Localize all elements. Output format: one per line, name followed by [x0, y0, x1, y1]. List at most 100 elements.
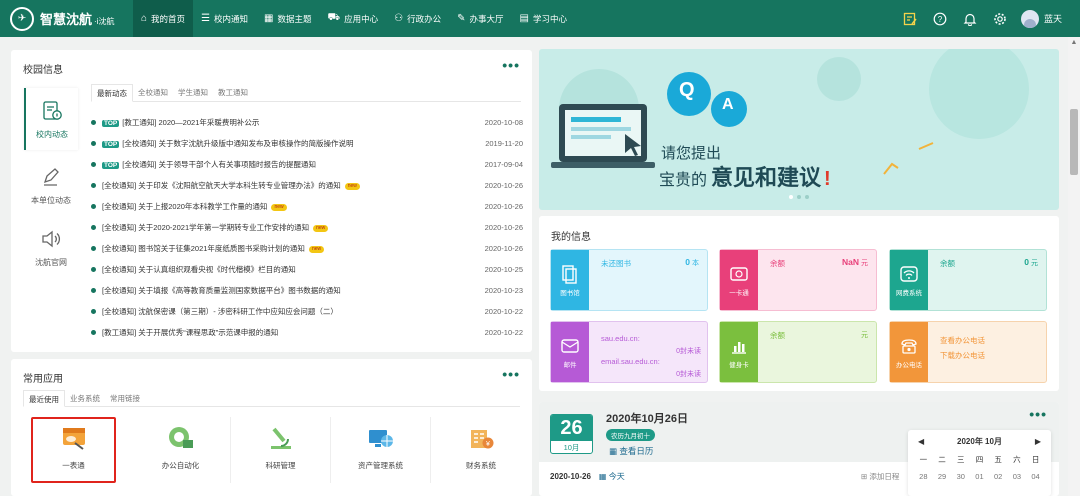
- news-item[interactable]: [教工通知] 关于开展优秀“课程思政”示范课申报的通知 2020-10-22: [91, 322, 523, 343]
- news-title[interactable]: [全校通知] 关于填报《高等教育质量监测国家数据平台》图书数据的通知: [102, 285, 473, 296]
- add-schedule-button[interactable]: ⊞ 添加日程: [861, 471, 899, 482]
- bar-chart-icon: [732, 341, 746, 354]
- bullet-dot: [91, 141, 96, 146]
- app-research-management[interactable]: 科研管理: [231, 417, 331, 483]
- prev-month-icon[interactable]: ◀: [918, 437, 924, 446]
- carousel-dot[interactable]: [797, 195, 801, 199]
- view-calendar-link[interactable]: ▦ 查看日历: [609, 445, 653, 457]
- notepad-icon[interactable]: [901, 10, 919, 28]
- news-title[interactable]: [全校通知] 图书馆关于征集2021年度纸质图书采购计划的通知 new: [102, 243, 473, 254]
- news-title[interactable]: [全校通知] 关于印发《沈阳航空航天大学本科生转专业管理办法》的通知 new: [102, 180, 473, 191]
- calendar-day[interactable]: 30: [957, 472, 965, 481]
- tab-latest[interactable]: 最新动态: [91, 84, 133, 102]
- news-item[interactable]: TOP [教工通知] 2020—2021年采暖费明补公示 2020-10-08: [91, 112, 523, 133]
- tab-common-links[interactable]: 常用链接: [105, 390, 145, 406]
- tab-staff-notices[interactable]: 教工通知: [213, 84, 253, 101]
- more-options-icon[interactable]: •••: [1029, 406, 1047, 422]
- info-card-fitness[interactable]: 健身卡 余额 元: [719, 321, 877, 383]
- tab-student-notices[interactable]: 学生通知: [173, 84, 213, 101]
- news-title[interactable]: [全校通知] 关于2020-2021学年第一学期转专业工作安排的通知 new: [102, 222, 473, 233]
- news-item[interactable]: [全校通知] 关于印发《沈阳航空航天大学本科生转专业管理办法》的通知 new 202…: [91, 175, 523, 196]
- news-item[interactable]: [全校通知] 图书馆关于征集2021年度纸质图书采购计划的通知 new 2020-1…: [91, 238, 523, 259]
- news-item[interactable]: [全校通知] 关于上报2020年本科教学工作量的通知 new 2020-10-26: [91, 196, 523, 217]
- more-options-icon[interactable]: •••: [502, 57, 520, 73]
- news-title[interactable]: TOP [教工通知] 2020—2021年采暖费明补公示: [102, 117, 473, 128]
- calendar-day[interactable]: 29: [938, 472, 946, 481]
- scroll-thumb[interactable]: [1070, 109, 1078, 175]
- info-card-email[interactable]: 邮件 sau.edu.cn: 0封未读 email.sau.edu.cn: 0封…: [550, 321, 708, 383]
- side-tab-official-site[interactable]: 沈航官网: [24, 216, 78, 278]
- logo[interactable]: ✈ 智慧沈航 ·i沈航: [0, 0, 133, 37]
- news-title[interactable]: [全校通知] 沈航保密课（第三期）- 涉密科研工作中应知应会问题（二）: [102, 306, 473, 317]
- carousel-dots: [789, 195, 813, 199]
- tab-recent[interactable]: 最近使用: [23, 390, 65, 407]
- avatar[interactable]: [1020, 9, 1039, 28]
- tab-all-notices[interactable]: 全校通知: [133, 84, 173, 101]
- info-card-campus-card[interactable]: 一卡通 余额 NaN 元: [719, 249, 877, 311]
- calendar-day[interactable]: 04: [1031, 472, 1039, 481]
- news-title[interactable]: [全校通知] 关于认真组织观看央视《时代楷模》栏目的通知: [102, 264, 473, 275]
- nav-admin-office[interactable]: ⚇ 行政办公: [386, 0, 449, 37]
- news-item[interactable]: TOP [全校通知] 关于领导干部个人有关事项随时报告的提醒通知 2017-09-0…: [91, 154, 523, 175]
- nav-campus-notice[interactable]: ☰ 校内通知: [193, 0, 256, 37]
- weekday-label: 三: [957, 455, 965, 464]
- app-one-form[interactable]: 一表通: [31, 417, 116, 483]
- lunar-date-badge: 农历九月初十: [606, 429, 655, 441]
- tab-business-systems[interactable]: 业务系统: [65, 390, 105, 406]
- feedback-banner[interactable]: Q A 请您提出 宝贵的 意见和建议!: [539, 49, 1059, 210]
- office-automation-icon: [166, 423, 196, 453]
- info-card-network-fee[interactable]: 网费系统 余额 0元: [889, 249, 1047, 311]
- news-item[interactable]: TOP [全校通知] 关于数字沈航升级版中通知发布及审核操作的简版操作说明 2019…: [91, 133, 523, 154]
- nav-learning-center[interactable]: ▤ 学习中心: [512, 0, 575, 37]
- banner-a: A: [722, 96, 734, 113]
- home-icon: ⌂: [141, 13, 148, 24]
- bell-icon[interactable]: [961, 10, 979, 28]
- news-title-text: [全校通知] 关于领导干部个人有关事项随时报告的提醒通知: [122, 160, 316, 169]
- news-item[interactable]: [全校通知] 关于认真组织观看央视《时代楷模》栏目的通知 2020-10-25: [91, 259, 523, 280]
- news-item[interactable]: [全校通知] 关于2020-2021学年第一学期转专业工作安排的通知 new 202…: [91, 217, 523, 238]
- bullet-dot: [91, 183, 96, 188]
- info-unit: 元: [861, 260, 868, 267]
- news-item[interactable]: [全校通知] 关于填报《高等教育质量监测国家数据平台》图书数据的通知 2020-1…: [91, 280, 523, 301]
- nav-my-home[interactable]: ⌂ 我的首页: [133, 0, 194, 37]
- info-card-office-phone[interactable]: 办公电话 查看办公电话 下载办公电话: [889, 321, 1047, 383]
- news-title[interactable]: [全校通知] 关于上报2020年本科教学工作量的通知 new: [102, 201, 473, 212]
- calendar-day[interactable]: 03: [1013, 472, 1021, 481]
- app-label: 资产管理系统: [358, 461, 403, 470]
- app-finance-system[interactable]: ¥ 财务系统: [431, 417, 531, 483]
- email-line-2: email.sau.edu.cn:: [601, 357, 660, 366]
- list-icon: ☰: [201, 13, 211, 24]
- page-scrollbar[interactable]: ▲: [1068, 37, 1080, 496]
- carousel-dot[interactable]: [789, 195, 793, 199]
- next-month-icon[interactable]: ▶: [1035, 437, 1041, 446]
- weekday-row: 一二三四五六日: [908, 454, 1051, 465]
- banner-line-2b: 意见和建议: [711, 165, 822, 190]
- calendar-day[interactable]: 02: [994, 472, 1002, 481]
- news-title[interactable]: [教工通知] 关于开展优秀“课程思政”示范课申报的通知: [102, 327, 473, 338]
- app-asset-management[interactable]: 资产管理系统: [331, 417, 431, 483]
- scroll-up-icon[interactable]: ▲: [1068, 37, 1080, 49]
- view-office-phone-link[interactable]: 查看办公电话: [940, 335, 985, 346]
- svg-text:?: ?: [938, 15, 943, 24]
- download-office-phone-link[interactable]: 下载办公电话: [940, 350, 985, 361]
- nav-app-center[interactable]: ⛟ 应用中心: [320, 0, 387, 37]
- news-title[interactable]: TOP [全校通知] 关于数字沈航升级版中通知发布及审核操作的简版操作说明: [102, 138, 473, 149]
- news-item[interactable]: [全校通知] 沈航保密课（第三期）- 涉密科研工作中应知应会问题（二） 2020-…: [91, 301, 523, 322]
- gear-icon[interactable]: [991, 10, 1009, 28]
- carousel-dot[interactable]: [805, 195, 809, 199]
- news-title-text: [全校通知] 沈航保密课（第三期）- 涉密科研工作中应知应会问题（二）: [102, 307, 338, 316]
- calendar-day[interactable]: 01: [975, 472, 983, 481]
- side-tab-unit-news[interactable]: 本单位动态: [24, 154, 78, 216]
- nav-service-hall[interactable]: ✎ 办事大厅: [449, 0, 511, 37]
- calendar-day[interactable]: 28: [919, 472, 927, 481]
- username[interactable]: 蓝天: [1044, 12, 1062, 25]
- side-tab-campus-news[interactable]: 校内动态: [24, 88, 78, 150]
- bullet-dot: [91, 288, 96, 293]
- app-office-automation[interactable]: 办公自动化: [131, 417, 231, 483]
- nav-data-topics[interactable]: ▦ 数据主题: [256, 0, 319, 37]
- info-value: 0: [1024, 257, 1029, 267]
- info-card-library[interactable]: 图书馆 未还图书 0本: [550, 249, 708, 311]
- news-title[interactable]: TOP [全校通知] 关于领导干部个人有关事项随时报告的提醒通知: [102, 159, 473, 170]
- more-options-icon[interactable]: •••: [502, 366, 520, 382]
- help-icon[interactable]: ?: [931, 10, 949, 28]
